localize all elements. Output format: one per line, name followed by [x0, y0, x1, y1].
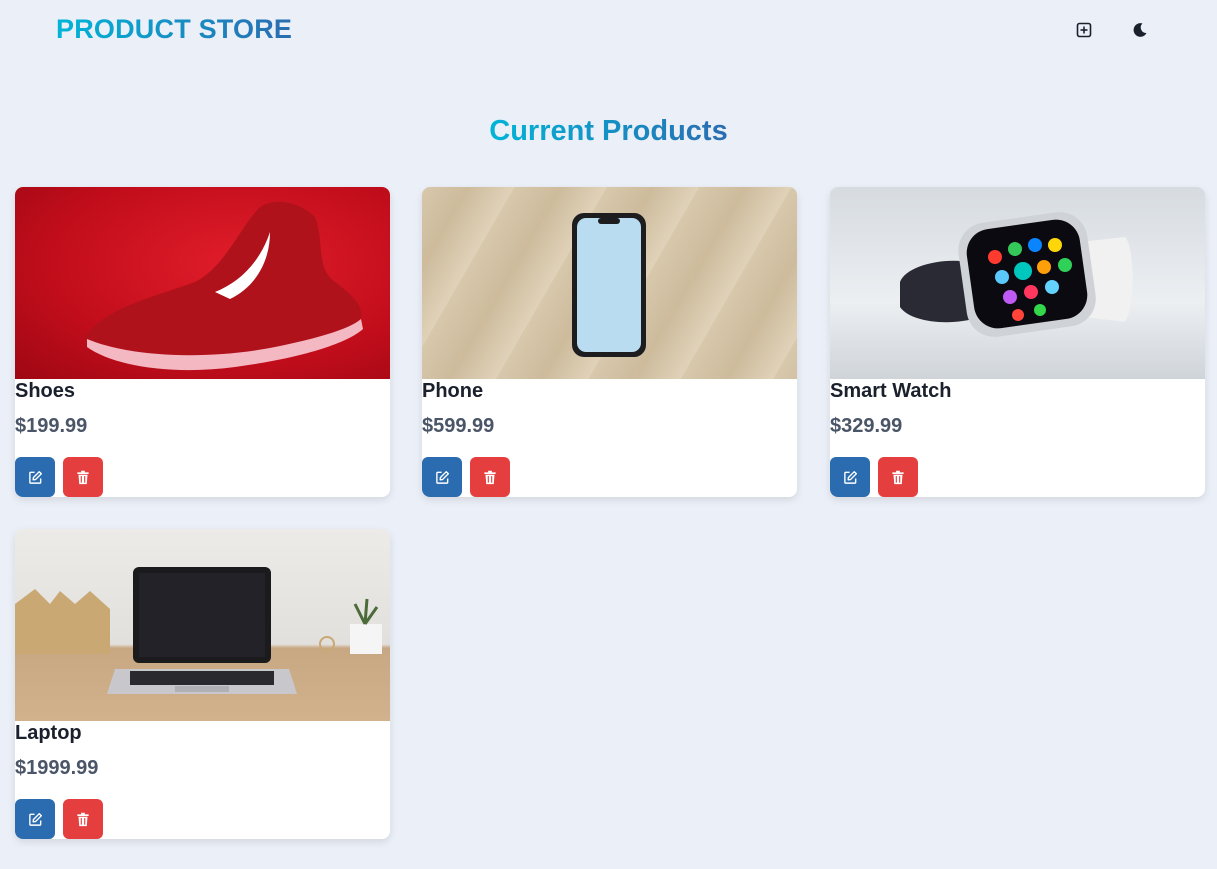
product-name: Shoes: [15, 380, 76, 402]
navbar: PRODUCT STORE: [0, 0, 1217, 62]
create-product-button[interactable]: [1066, 12, 1102, 48]
product-name: Phone: [422, 380, 484, 402]
delete-button[interactable]: [470, 457, 510, 497]
product-image: [15, 187, 390, 379]
product-card: Laptop $1999.99: [15, 529, 390, 839]
edit-icon: [28, 812, 42, 826]
product-image: [830, 187, 1205, 379]
moon-icon: [1133, 23, 1147, 37]
delete-button[interactable]: [878, 457, 918, 497]
product-name: Laptop: [15, 722, 82, 744]
edit-icon: [435, 470, 449, 484]
brand-link[interactable]: PRODUCT STORE: [56, 14, 292, 45]
trash-icon: [484, 470, 496, 484]
edit-icon: [28, 470, 42, 484]
product-card: Smart Watch $329.99: [830, 187, 1205, 497]
product-price: $599.99: [422, 415, 495, 437]
edit-button[interactable]: [422, 457, 462, 497]
product-name: Smart Watch: [830, 380, 952, 402]
trash-icon: [892, 470, 904, 484]
edit-button[interactable]: [15, 799, 55, 839]
product-price: $1999.99: [15, 757, 99, 779]
plus-square-icon: [1076, 22, 1092, 38]
product-image: [15, 529, 390, 721]
trash-icon: [77, 812, 89, 826]
edit-icon: [843, 470, 857, 484]
product-price: $329.99: [830, 415, 903, 437]
trash-icon: [77, 470, 89, 484]
theme-toggle-button[interactable]: [1122, 12, 1158, 48]
product-price: $199.99: [15, 415, 88, 437]
product-card: Phone $599.99: [422, 187, 797, 497]
product-image: [422, 187, 797, 379]
page-title: Current Products: [489, 115, 728, 147]
delete-button[interactable]: [63, 799, 103, 839]
delete-button[interactable]: [63, 457, 103, 497]
edit-button[interactable]: [830, 457, 870, 497]
product-card: Shoes $199.99: [15, 187, 390, 497]
edit-button[interactable]: [15, 457, 55, 497]
